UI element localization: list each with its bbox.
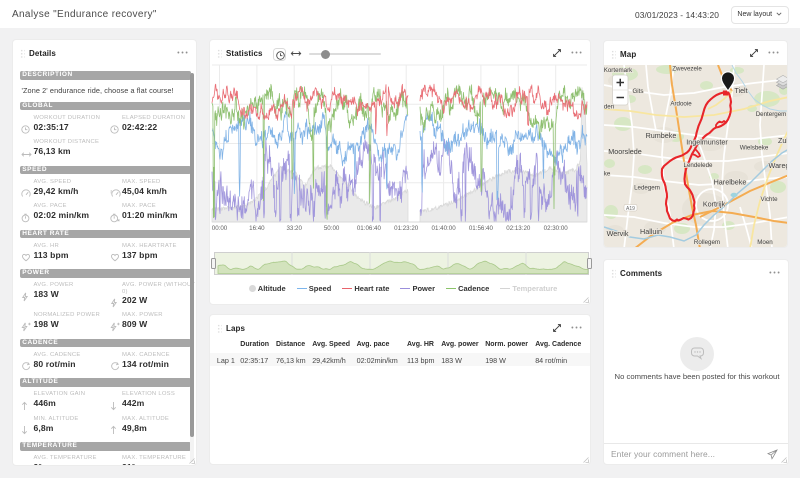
svg-text:Waregem: Waregem xyxy=(769,161,788,170)
svg-text:Zwevezele: Zwevezele xyxy=(672,66,702,73)
svg-text:Ingelmunster: Ingelmunster xyxy=(686,138,728,147)
svg-text:ke: ke xyxy=(604,171,611,178)
svg-text:Halluin: Halluin xyxy=(640,227,662,236)
svg-text:Rumbeke: Rumbeke xyxy=(646,131,677,140)
svg-text:Harelbeke: Harelbeke xyxy=(714,178,747,187)
svg-text:Kortemark: Kortemark xyxy=(604,67,633,74)
svg-text:Wielsbeke: Wielsbeke xyxy=(740,145,769,152)
svg-text:Vichte: Vichte xyxy=(760,196,778,203)
svg-text:Zulte: Zulte xyxy=(778,136,788,145)
svg-text:Tielt: Tielt xyxy=(734,86,747,95)
svg-text:Ardooie: Ardooie xyxy=(670,101,692,108)
svg-text:A19: A19 xyxy=(626,206,635,212)
svg-text:Moorslede: Moorslede xyxy=(608,147,642,156)
svg-text:Kortrijk: Kortrijk xyxy=(703,200,726,209)
svg-text:Rollegem: Rollegem xyxy=(694,239,720,246)
svg-text:Ledegem: Ledegem xyxy=(634,185,660,192)
svg-text:Lendelede: Lendelede xyxy=(684,162,713,169)
svg-text:Dentergem: Dentergem xyxy=(756,111,787,118)
svg-text:Gits: Gits xyxy=(632,88,643,95)
svg-text:Wervik: Wervik xyxy=(607,229,629,238)
svg-text:Moen: Moen xyxy=(757,239,773,246)
